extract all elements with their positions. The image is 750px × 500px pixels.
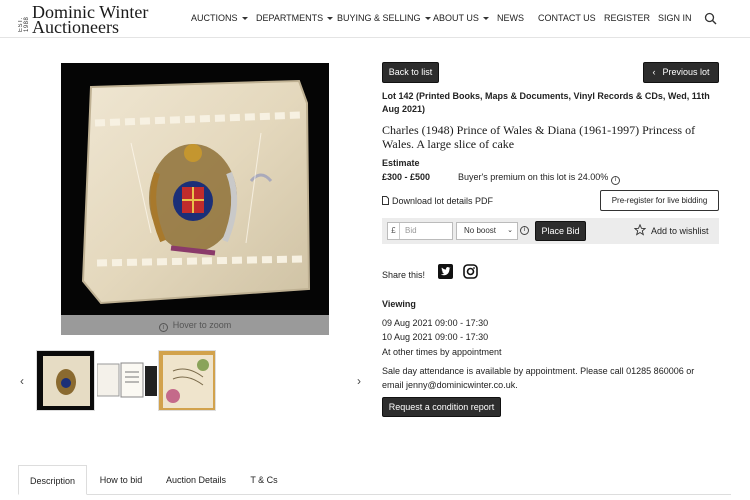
- chevron-down-icon: ⌄: [507, 227, 513, 234]
- back-to-list-button[interactable]: Back to list: [382, 62, 439, 83]
- wishlist-label: Add to wishlist: [651, 226, 709, 236]
- pdf-file-icon: [382, 196, 389, 205]
- chevron-down-icon: [482, 17, 489, 21]
- instagram-icon[interactable]: [463, 264, 478, 279]
- star-icon: [633, 223, 647, 236]
- bid-row: £ Bid No boost ⌄ i Place Bid Add to wish…: [382, 218, 719, 244]
- thumbnail-cake-slice[interactable]: [36, 350, 95, 411]
- add-to-wishlist[interactable]: Add to wishlist: [633, 223, 709, 236]
- nav-news[interactable]: NEWS: [497, 13, 524, 27]
- estimate-label: Estimate: [382, 158, 420, 168]
- place-bid-button[interactable]: Place Bid: [535, 221, 586, 241]
- lot-description: Charles (1948) Prince of Wales & Diana (…: [382, 123, 696, 151]
- buyers-premium: Buyer's premium on this lot is 24.00% i: [458, 172, 620, 185]
- tab-how-to-bid[interactable]: How to bid: [89, 465, 153, 495]
- viewing-heading: Viewing: [382, 299, 416, 309]
- nav-sign-in[interactable]: SIGN IN: [658, 13, 692, 27]
- viewing-date: 10 Aug 2021 09:00 - 17:30: [382, 332, 489, 342]
- nav-auctions[interactable]: AUCTIONS: [191, 13, 248, 27]
- viewing-note: Sale day attendance is available by appo…: [382, 366, 695, 376]
- chevron-down-icon: [424, 17, 431, 21]
- tab-description[interactable]: Description: [18, 465, 87, 495]
- nav-label: DEPARTMENTS: [256, 13, 324, 23]
- condition-report-button[interactable]: Request a condition report: [382, 397, 501, 417]
- nav-contact-us[interactable]: CONTACT US: [538, 13, 596, 27]
- share-label: Share this!: [382, 270, 426, 280]
- info-icon: i: [158, 323, 168, 332]
- bid-placeholder: Bid: [405, 226, 417, 235]
- info-icon[interactable]: i: [610, 176, 620, 185]
- lot-tabs: Description How to bid Auction Details T…: [18, 465, 731, 500]
- viewing-note-email[interactable]: email jenny@dominicwinter.co.uk.: [382, 380, 518, 390]
- nav-label: BUYING & SELLING: [337, 13, 421, 23]
- nav-departments[interactable]: DEPARTMENTS: [256, 13, 334, 27]
- logo-established: EST. 1988: [18, 16, 30, 32]
- pre-register-button[interactable]: Pre-register for live bidding: [600, 190, 719, 211]
- thumbnail-floral-card[interactable]: [158, 350, 216, 411]
- nav-label: ABOUT US: [433, 13, 479, 23]
- previous-lot-button[interactable]: ‹ Previous lot: [643, 62, 719, 83]
- chevron-down-icon: [327, 17, 334, 21]
- site-header: EST. 1988 Dominic Winter Auctioneers AUC…: [0, 0, 750, 38]
- thumbnail-next-arrow-icon[interactable]: ›: [357, 374, 361, 388]
- hover-to-zoom-bar: i Hover to zoom: [61, 315, 329, 335]
- logo-line-2: Auctioneers: [32, 17, 119, 37]
- nav-label: AUCTIONS: [191, 13, 238, 23]
- download-pdf-link[interactable]: Download lot details PDF: [382, 196, 493, 206]
- viewing-other-times: At other times by appointment: [382, 347, 502, 357]
- currency-symbol: £: [388, 223, 400, 239]
- search-icon[interactable]: [704, 12, 717, 25]
- bid-input[interactable]: £ Bid: [387, 222, 453, 240]
- cake-slice-image: [61, 63, 329, 315]
- download-pdf-label: Download lot details PDF: [392, 196, 494, 206]
- lot-main-image[interactable]: [61, 63, 329, 315]
- chevron-down-icon: [241, 17, 248, 21]
- previous-lot-label: Previous lot: [662, 67, 710, 77]
- twitter-icon[interactable]: [438, 264, 453, 279]
- viewing-date: 09 Aug 2021 09:00 - 17:30: [382, 318, 489, 328]
- nav-buying-selling[interactable]: BUYING & SELLING: [337, 13, 431, 27]
- nav-register[interactable]: REGISTER: [604, 13, 650, 27]
- estimate-value: £300 - £500: [382, 172, 431, 182]
- buyers-premium-text: Buyer's premium on this lot is 24.00%: [458, 172, 609, 182]
- boost-value: No boost: [464, 226, 497, 235]
- lot-title: Lot 142 (Printed Books, Maps & Documents…: [382, 91, 710, 114]
- chevron-left-icon: ‹: [652, 67, 656, 77]
- nav-about-us[interactable]: ABOUT US: [433, 13, 489, 27]
- info-icon[interactable]: i: [520, 226, 529, 235]
- thumbnail-prev-arrow-icon[interactable]: ‹: [20, 374, 24, 388]
- boost-select[interactable]: No boost ⌄: [456, 222, 518, 240]
- tab-terms[interactable]: T & Cs: [240, 465, 288, 495]
- thumbnail-invitation-cards[interactable]: [97, 350, 157, 411]
- hover-to-zoom-text: Hover to zoom: [172, 320, 232, 330]
- tab-auction-details[interactable]: Auction Details: [157, 465, 235, 495]
